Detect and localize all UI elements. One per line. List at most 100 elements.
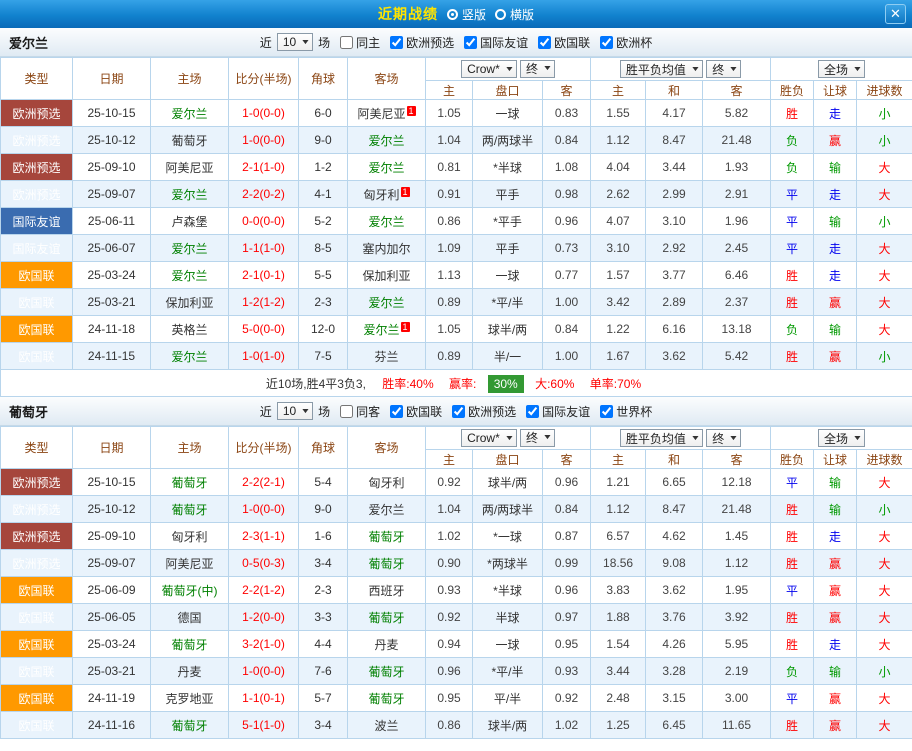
result-goals: 大	[857, 604, 912, 631]
team-name: 塞内加尔	[362, 242, 410, 256]
match-date: 25-03-24	[73, 631, 151, 658]
handicap-line: *半球	[473, 154, 543, 181]
checkbox-label: 国际友谊	[542, 403, 590, 420]
away-team-cell: 芬兰	[348, 343, 426, 370]
radio-label: 横版	[510, 6, 534, 23]
match-type: 欧洲预选	[1, 496, 73, 523]
same-venue-checkbox[interactable]	[340, 405, 353, 418]
odds-company-select[interactable]: Crow* ▼	[461, 60, 517, 78]
away-team-cell: 阿美尼亚1	[348, 100, 426, 127]
result-goals: 大	[857, 181, 912, 208]
matches-table-portugal: 类型 日期 主场 比分(半场) 角球 客场 Crow* ▼ 终 ▼ 胜平负均值 …	[0, 426, 912, 739]
odds-draw: 6.16	[646, 316, 703, 343]
wdl-stage-select[interactable]: 终 ▼	[706, 60, 741, 78]
team-name: 葡萄牙	[171, 503, 207, 517]
away-team-cell: 匈牙利1	[348, 181, 426, 208]
team-name: 葡萄牙	[368, 530, 404, 544]
away-team-cell: 爱尔兰	[348, 208, 426, 235]
competition-checkbox[interactable]	[600, 36, 613, 49]
away-team-cell: 爱尔兰	[348, 154, 426, 181]
result-handicap: 赢	[814, 127, 857, 154]
odds-stage-select[interactable]: 终 ▼	[520, 429, 555, 447]
final-score: 5-1(1-0)	[229, 712, 299, 739]
odds-company-select[interactable]: Crow* ▼	[461, 429, 517, 447]
handicap-home-odds: 1.04	[426, 496, 473, 523]
final-score: 5-0(0-0)	[229, 316, 299, 343]
match-row: 欧国联25-03-21保加利亚1-2(1-2)2-3爱尔兰0.89*平/半1.0…	[1, 289, 912, 316]
filter-competition: 世界杯	[595, 403, 652, 420]
result-goals: 大	[857, 685, 912, 712]
competition-checkbox[interactable]	[452, 405, 465, 418]
sub-header-ah-home: 主	[426, 81, 473, 100]
handicap-odds-group: Crow* ▼ 终 ▼	[426, 58, 591, 81]
competition-checkbox[interactable]	[600, 405, 613, 418]
sub-header-ah-line: 盘口	[473, 81, 543, 100]
team-name: 波兰	[374, 719, 398, 733]
recent-count-select[interactable]: 10 ▼	[277, 33, 313, 51]
corner-count: 2-3	[299, 577, 348, 604]
result-scope-select[interactable]: 全场 ▼	[818, 429, 865, 447]
same-venue-checkbox[interactable]	[340, 36, 353, 49]
competition-checkbox[interactable]	[390, 36, 403, 49]
final-score: 1-0(0-0)	[229, 127, 299, 154]
result-handicap: 赢	[814, 343, 857, 370]
odds-away-win: 11.65	[703, 712, 771, 739]
final-score: 2-2(1-2)	[229, 577, 299, 604]
odds-away-win: 6.46	[703, 262, 771, 289]
layout-option-horizontal[interactable]: 横版	[495, 6, 534, 23]
away-team-cell: 波兰	[348, 712, 426, 739]
odds-away-win: 5.82	[703, 100, 771, 127]
chevron-down-icon: ▼	[690, 435, 700, 442]
col-header-corner: 角球	[299, 58, 348, 100]
away-team-cell: 保加利亚	[348, 262, 426, 289]
odds-away-win: 1.45	[703, 523, 771, 550]
match-row: 欧洲预选25-10-15爱尔兰1-0(0-0)6-0阿美尼亚11.05一球0.8…	[1, 100, 912, 127]
handicap-home-odds: 1.05	[426, 316, 473, 343]
wdl-average-select[interactable]: 胜平负均值 ▼	[620, 60, 703, 78]
corner-count: 5-2	[299, 208, 348, 235]
competition-checkbox[interactable]	[390, 405, 403, 418]
layout-option-vertical[interactable]: 竖版	[447, 6, 486, 23]
handicap-away-odds: 0.92	[543, 685, 591, 712]
final-score: 1-2(0-0)	[229, 604, 299, 631]
match-date: 25-09-10	[73, 523, 151, 550]
team-name: 葡萄牙	[171, 719, 207, 733]
result-scope-select[interactable]: 全场 ▼	[818, 60, 865, 78]
result-wdl: 负	[771, 127, 814, 154]
competition-checkbox[interactable]	[526, 405, 539, 418]
competition-checkbox[interactable]	[538, 36, 551, 49]
odds-home-win: 3.10	[591, 235, 646, 262]
handicap-line: 球半/两	[473, 712, 543, 739]
handicap-line: 半/一	[473, 343, 543, 370]
handicap-away-odds: 0.83	[543, 100, 591, 127]
recent-count-select[interactable]: 10 ▼	[277, 402, 313, 420]
team-name: 葡萄牙	[368, 665, 404, 679]
sub-header-result-handicap: 让球	[814, 81, 857, 100]
final-score: 1-0(0-0)	[229, 100, 299, 127]
odds-home-win: 1.67	[591, 343, 646, 370]
checkbox-label: 同主	[356, 34, 380, 51]
home-team-cell: 爱尔兰	[151, 235, 229, 262]
odds-draw: 6.65	[646, 469, 703, 496]
handicap-line: 一球	[473, 262, 543, 289]
odds-away-win: 21.48	[703, 127, 771, 154]
match-type: 欧国联	[1, 685, 73, 712]
odds-away-win: 1.93	[703, 154, 771, 181]
section-team-name: 爱尔兰	[9, 33, 48, 52]
close-icon[interactable]: ✕	[885, 4, 906, 24]
table-header-row: 类型 日期 主场 比分(半场) 角球 客场 Crow* ▼ 终 ▼ 胜平负均值 …	[1, 58, 912, 81]
odds-stage-select[interactable]: 终 ▼	[520, 60, 555, 78]
chevron-down-icon: ▼	[728, 435, 738, 442]
odds-draw: 3.28	[646, 658, 703, 685]
competition-checkbox[interactable]	[464, 36, 477, 49]
match-row: 欧国联25-06-09葡萄牙(中)2-2(1-2)2-3西班牙0.93*半球0.…	[1, 577, 912, 604]
select-value: 全场	[824, 430, 848, 447]
odds-away-win: 3.00	[703, 685, 771, 712]
final-score: 0-5(0-3)	[229, 550, 299, 577]
away-team-cell: 爱尔兰	[348, 289, 426, 316]
wdl-average-select[interactable]: 胜平负均值 ▼	[620, 429, 703, 447]
odds-away-win: 1.12	[703, 550, 771, 577]
wdl-stage-select[interactable]: 终 ▼	[706, 429, 741, 447]
result-handicap: 走	[814, 523, 857, 550]
match-date: 25-10-15	[73, 100, 151, 127]
